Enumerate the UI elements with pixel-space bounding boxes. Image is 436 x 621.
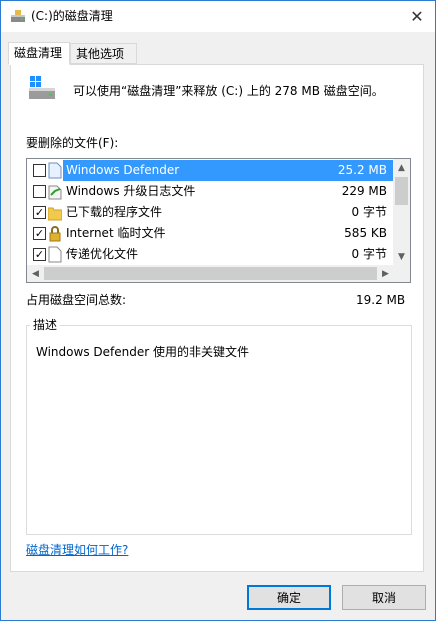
total-space-value: 19.2 MB xyxy=(356,293,406,307)
close-button[interactable]: ✕ xyxy=(399,1,435,32)
scroll-down-icon[interactable]: ▼ xyxy=(393,248,410,265)
item-size: 229 MB xyxy=(341,184,387,198)
list-item[interactable]: ✓ Internet 临时文件 585 KB xyxy=(28,223,393,244)
item-name: Internet 临时文件 xyxy=(66,226,166,240)
files-to-delete-label: 要删除的文件(F): xyxy=(26,136,119,150)
checkbox[interactable]: ✓ xyxy=(33,248,46,261)
item-size: 0 字节 xyxy=(351,247,387,261)
item-size: 25.2 MB xyxy=(337,163,387,177)
list-item[interactable]: ✓ 已下载的程序文件 0 字节 xyxy=(28,202,393,223)
disk-cleanup-icon xyxy=(11,10,25,22)
scroll-up-icon[interactable]: ▲ xyxy=(393,159,410,176)
scroll-thumb[interactable] xyxy=(44,267,377,280)
checkbox[interactable] xyxy=(33,185,46,198)
item-name: Windows 升级日志文件 xyxy=(66,184,196,198)
vertical-scrollbar[interactable]: ▲ ▼ xyxy=(393,159,410,265)
folder-icon xyxy=(48,207,62,221)
description-text: Windows Defender 使用的非关键文件 xyxy=(36,345,249,359)
window-title: (C:)的磁盘清理 xyxy=(31,9,113,23)
intro-text: 可以使用“磁盘清理”来释放 (C:) 上的 278 MB 磁盘空间。 xyxy=(73,84,384,98)
item-size: 585 KB xyxy=(344,226,387,240)
lock-icon xyxy=(49,226,61,242)
list-item[interactable]: ✓ 传递优化文件 0 字节 xyxy=(28,244,393,265)
scrollbar-corner xyxy=(393,265,410,282)
close-icon: ✕ xyxy=(410,7,424,26)
checkbox[interactable] xyxy=(33,164,46,177)
scroll-right-icon[interactable]: ▶ xyxy=(377,265,394,282)
list-item[interactable]: Windows Defender 25.2 MB xyxy=(28,160,394,181)
ok-button[interactable]: 确定 xyxy=(247,585,331,610)
scroll-left-icon[interactable]: ◀ xyxy=(27,265,44,282)
list-item[interactable]: Windows 升级日志文件 229 MB xyxy=(28,181,393,202)
item-name: 已下载的程序文件 xyxy=(66,205,163,219)
horizontal-scrollbar[interactable]: ◀ ▶ xyxy=(27,265,394,282)
item-name: 传递优化文件 xyxy=(66,247,139,261)
checkbox[interactable]: ✓ xyxy=(33,206,46,219)
item-name: Windows Defender xyxy=(66,163,180,177)
disk-cleanup-panel: 可以使用“磁盘清理”来释放 (C:) 上的 278 MB 磁盘空间。 要删除的文… xyxy=(10,64,424,572)
file-icon xyxy=(48,162,62,179)
description-title: 描述 xyxy=(30,318,61,333)
checkbox[interactable]: ✓ xyxy=(33,227,46,240)
scroll-thumb[interactable] xyxy=(395,177,408,205)
cancel-button[interactable]: 取消 xyxy=(342,585,426,610)
log-file-icon xyxy=(48,185,62,200)
help-link[interactable]: 磁盘清理如何工作? xyxy=(26,543,128,558)
item-size: 0 字节 xyxy=(351,205,387,219)
total-space-label: 占用磁盘空间总数: xyxy=(26,293,127,307)
tab-label: 其他选项 xyxy=(76,47,125,61)
files-list[interactable]: Windows Defender 25.2 MB Windows 升级日志文件 … xyxy=(26,158,411,283)
drive-icon xyxy=(29,76,55,99)
file-icon xyxy=(48,246,62,263)
disk-cleanup-window: (C:)的磁盘清理 ✕ 磁盘清理 其他选项 可以使用“磁盘清理”来释放 (C:)… xyxy=(0,0,436,621)
tab-label: 磁盘清理 xyxy=(14,46,63,60)
tab-more-options[interactable]: 其他选项 xyxy=(70,43,137,64)
title-bar: (C:)的磁盘清理 ✕ xyxy=(1,1,435,32)
tab-disk-cleanup[interactable]: 磁盘清理 xyxy=(8,42,70,65)
